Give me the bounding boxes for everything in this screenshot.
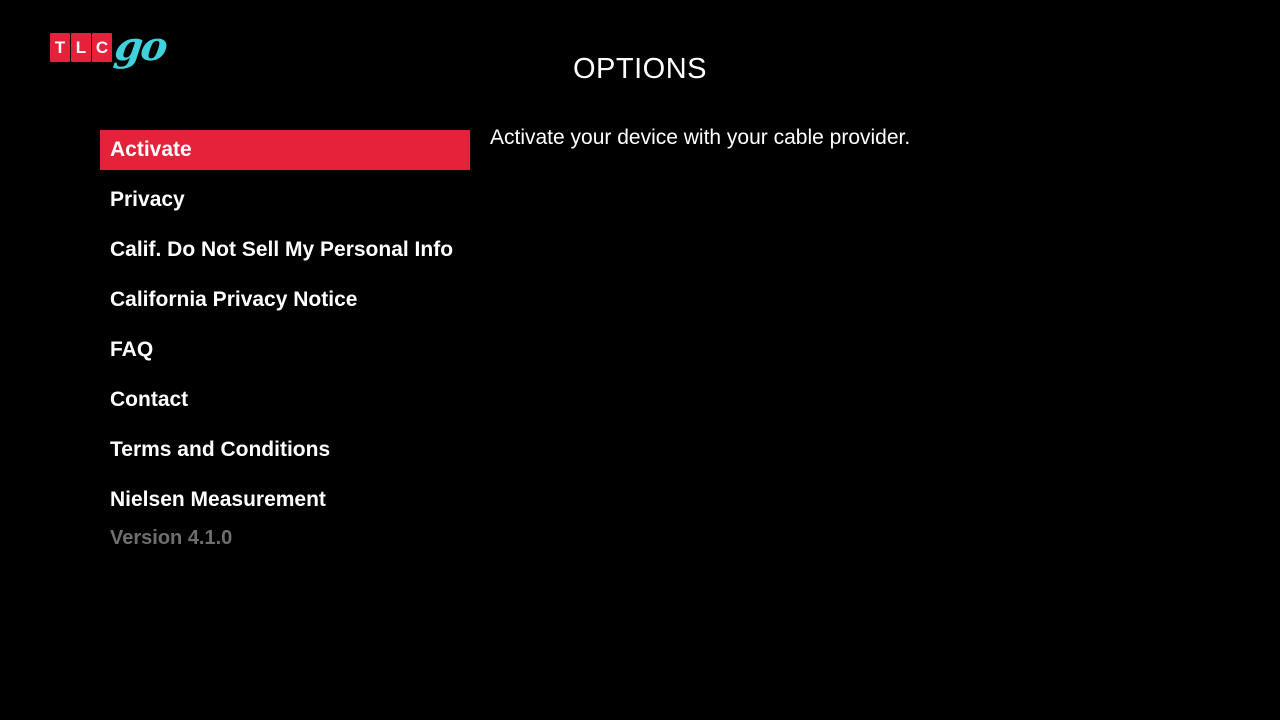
menu-item-do-not-sell[interactable]: Calif. Do Not Sell My Personal Info (100, 230, 470, 270)
options-menu: Activate Privacy Calif. Do Not Sell My P… (100, 130, 470, 530)
option-description: Activate your device with your cable pro… (490, 126, 911, 149)
menu-item-activate[interactable]: Activate (100, 130, 470, 170)
version-label: Version 4.1.0 (110, 527, 233, 549)
page-title: OPTIONS (572, 53, 707, 86)
menu-item-terms[interactable]: Terms and Conditions (100, 430, 470, 470)
menu-item-contact[interactable]: Contact (100, 380, 470, 420)
menu-item-privacy[interactable]: Privacy (100, 180, 470, 220)
menu-item-nielsen[interactable]: Nielsen Measurement (100, 480, 470, 520)
menu-item-faq[interactable]: FAQ (100, 330, 470, 370)
menu-item-california-privacy-notice[interactable]: California Privacy Notice (100, 280, 470, 320)
